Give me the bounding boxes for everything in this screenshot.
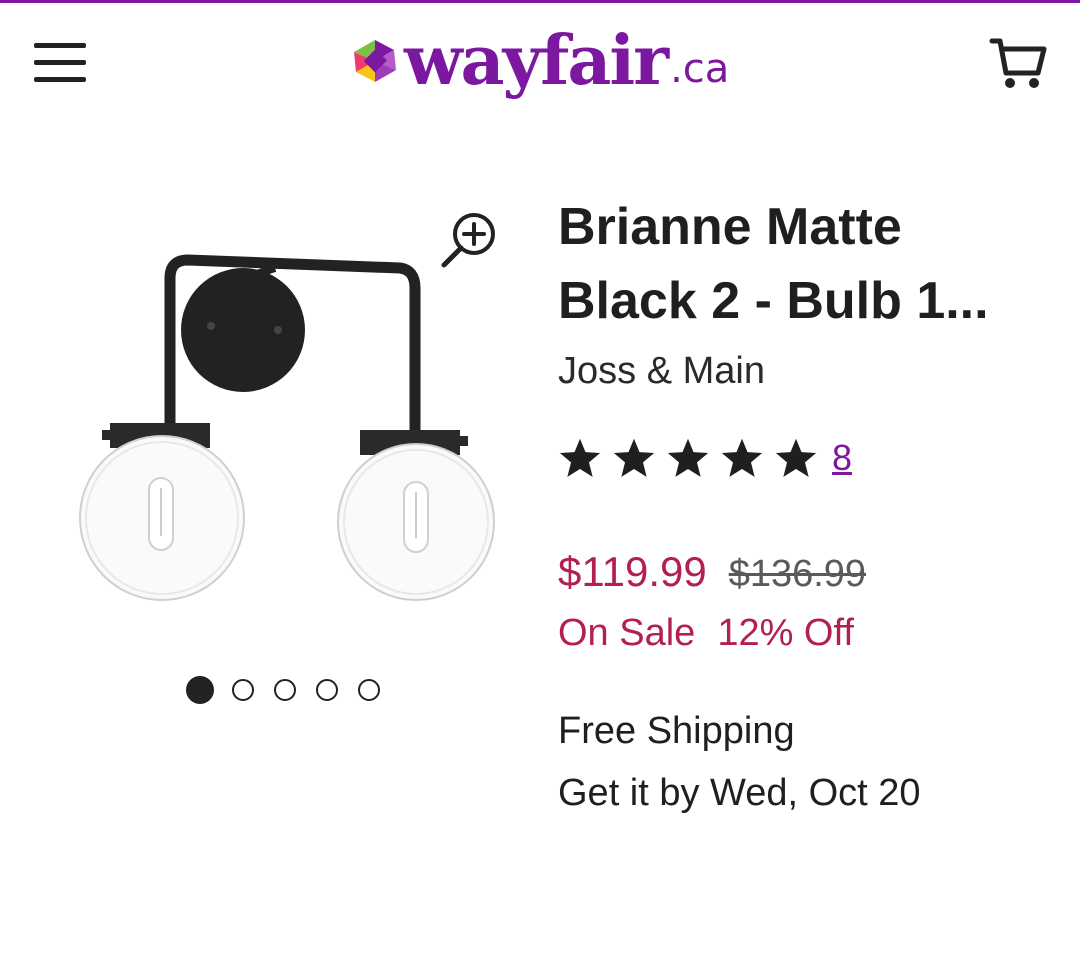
shipping-label: Free Shipping bbox=[558, 710, 795, 752]
sale-label: On Sale bbox=[558, 612, 696, 654]
product-brand-link[interactable]: Joss & Main bbox=[558, 348, 1058, 394]
review-count-link[interactable]: 8 bbox=[832, 437, 852, 479]
gallery-dot-5[interactable] bbox=[358, 679, 380, 701]
zoom-in-icon[interactable] bbox=[440, 210, 500, 270]
original-price: $136.99 bbox=[728, 553, 867, 595]
star-icon bbox=[775, 438, 817, 477]
sale-info: On Sale 12% Off bbox=[558, 612, 854, 655]
gallery-dot-3[interactable] bbox=[274, 679, 296, 701]
gallery-dot-4[interactable] bbox=[316, 679, 338, 701]
star-rating[interactable]: 8 bbox=[558, 436, 852, 480]
product-info: Brianne Matte Black 2 - Bulb 1... Joss &… bbox=[558, 190, 1058, 394]
shopping-cart-icon[interactable] bbox=[986, 31, 1050, 95]
star-icon bbox=[721, 438, 763, 477]
logo-mark-icon bbox=[354, 40, 396, 82]
sale-price: $119.99 bbox=[558, 548, 707, 595]
star-icon bbox=[667, 438, 709, 477]
product-image[interactable] bbox=[70, 238, 510, 608]
logo-wordmark: wayfair bbox=[404, 21, 669, 101]
gallery-dot-2[interactable] bbox=[232, 679, 254, 701]
hamburger-menu-icon[interactable] bbox=[24, 33, 96, 93]
product-title[interactable]: Brianne Matte Black 2 - Bulb 1... bbox=[558, 190, 1058, 338]
logo-country-suffix: .ca bbox=[670, 46, 730, 92]
product-title-line-2: Black 2 - Bulb 1... bbox=[558, 272, 989, 330]
wayfair-logo[interactable]: wayfair .ca bbox=[350, 21, 729, 101]
delivery-estimate: Get it by Wed, Oct 20 bbox=[558, 772, 921, 814]
site-header: wayfair .ca bbox=[0, 3, 1080, 118]
gallery-pagination bbox=[186, 676, 400, 704]
gallery-dot-1[interactable] bbox=[186, 676, 214, 704]
product-title-line-1: Brianne Matte bbox=[558, 198, 902, 256]
price-row: $119.99 $136.99 bbox=[558, 548, 866, 596]
shipping-info: Free Shipping Get it by Wed, Oct 20 bbox=[558, 700, 921, 824]
star-icon bbox=[613, 438, 655, 477]
star-icon bbox=[559, 438, 601, 477]
discount-label: 12% Off bbox=[717, 612, 854, 654]
